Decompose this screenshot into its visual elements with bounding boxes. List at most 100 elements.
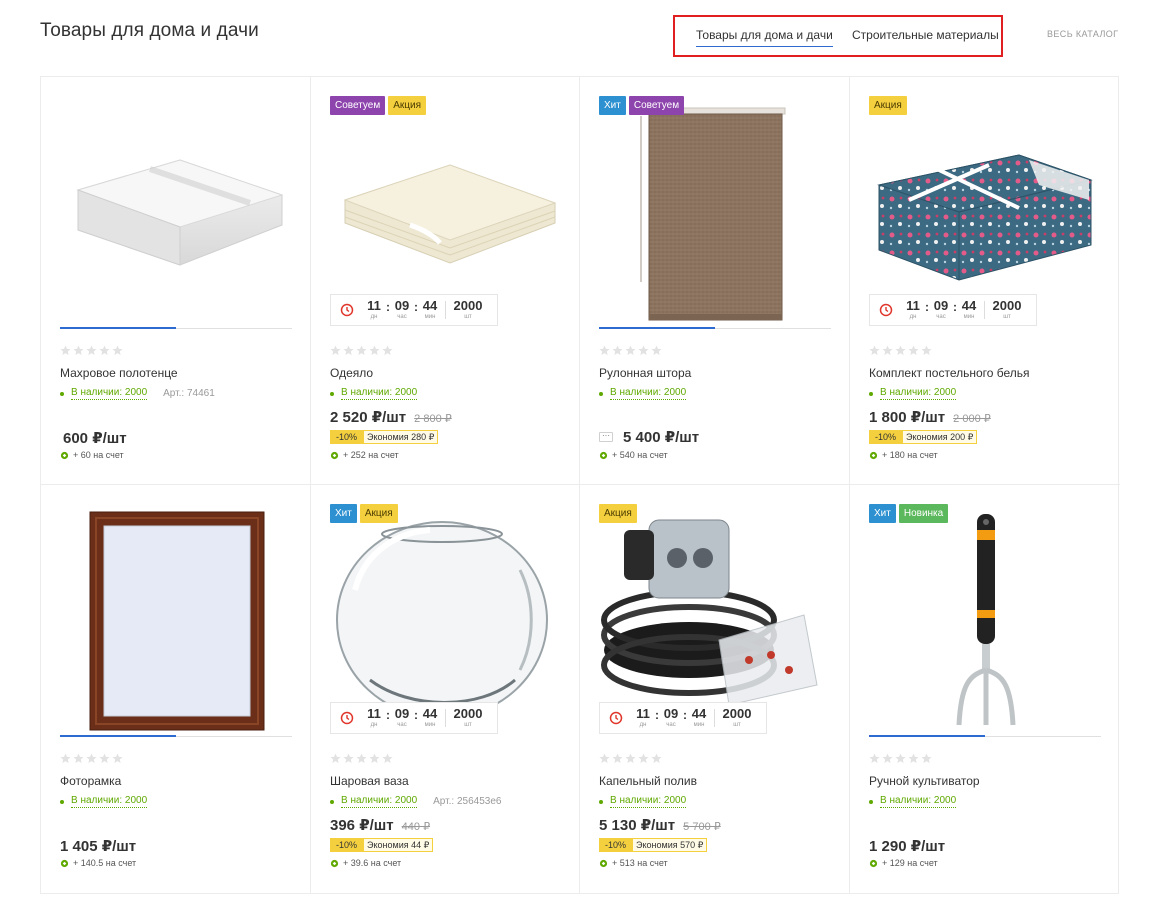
product-card[interactable]: Акция 11 дн : 09 час : 44 мин 2000 шт Ка… [580,485,850,893]
product-card[interactable]: Хит Новинка Ручной культиватор В наличии:… [850,485,1120,893]
star-icon[interactable] [343,345,354,356]
star-icon[interactable] [908,345,919,356]
photo-frame-image[interactable] [60,510,292,735]
star-icon[interactable] [330,345,341,356]
rating-stars[interactable] [869,345,932,356]
product-name[interactable]: Капельный полив [599,774,697,788]
product-card[interactable]: Советуем Акция 11 дн : 09 час : 44 мин 2000 ш… [311,77,580,485]
bonus-points: + 129 на счет [869,858,938,868]
bonus-points: + 180 на счет [869,450,938,460]
old-price: 440 ₽ [401,821,431,833]
star-icon[interactable] [369,753,380,764]
star-icon[interactable] [356,753,367,764]
star-icon[interactable] [921,345,932,356]
product-name[interactable]: Шаровая ваза [330,774,409,788]
star-icon[interactable] [651,753,662,764]
product-name[interactable]: Рулонная штора [599,366,691,380]
timer-mins: 44 мин [422,706,438,729]
star-icon[interactable] [73,345,84,356]
product-name[interactable]: Комплект постельного белья [869,366,1030,380]
rating-stars[interactable] [599,753,662,764]
article-number: Арт.: 74461 [163,388,215,399]
timer-mins: 44 мин [961,298,977,321]
full-catalog-link[interactable]: Весь каталог [1047,29,1118,39]
star-icon[interactable] [625,753,636,764]
star-icon[interactable] [99,753,110,764]
product-name[interactable]: Махровое полотенце [60,366,178,380]
rating-stars[interactable] [330,345,393,356]
star-icon[interactable] [382,345,393,356]
star-icon[interactable] [99,345,110,356]
rating-stars[interactable] [60,345,123,356]
rating-stars[interactable] [599,345,662,356]
star-icon[interactable] [330,753,341,764]
clock-icon [870,295,902,325]
timer-hours: 09 час [663,706,679,729]
tab-home-and-garden[interactable]: Товары для дома и дачи [696,28,833,47]
star-icon[interactable] [638,753,649,764]
image-slider-indicator[interactable] [869,735,1101,737]
timer-hours: 09 час [394,298,410,321]
star-icon[interactable] [112,753,123,764]
bonus-icon [599,451,608,459]
rating-stars[interactable] [60,753,123,764]
discount-percent: -10% [330,838,364,852]
product-name[interactable]: Фоторамка [60,774,121,788]
star-icon[interactable] [60,753,71,764]
price-options-button[interactable]: ··· [599,432,613,442]
timer-days: 11 дн [367,706,381,729]
star-icon[interactable] [869,345,880,356]
product-grid: Махровое полотенце В наличии: 2000 Арт.: … [40,76,1120,894]
star-icon[interactable] [86,345,97,356]
star-icon[interactable] [599,753,610,764]
rating-stars[interactable] [869,753,932,764]
product-card[interactable]: Фоторамка В наличии: 2000 1 405 ₽/шт + 1… [41,485,311,893]
article-number: Арт.: 256453е6 [433,796,502,807]
star-icon[interactable] [599,345,610,356]
star-icon[interactable] [343,753,354,764]
star-icon[interactable] [625,345,636,356]
star-icon[interactable] [908,753,919,764]
star-icon[interactable] [895,345,906,356]
discount-percent: -10% [599,838,633,852]
star-icon[interactable] [895,753,906,764]
towel-image[interactable] [60,102,292,327]
product-card[interactable]: Махровое полотенце В наличии: 2000 Арт.: … [41,77,311,485]
timer-days: 11 дн [636,706,650,729]
image-slider-indicator[interactable] [599,327,831,329]
star-icon[interactable] [882,753,893,764]
star-icon[interactable] [921,753,932,764]
price: 396 ₽/шт [330,817,394,834]
countdown-timer: 11 дн : 09 час : 44 мин 2000 шт [869,294,1037,326]
star-icon[interactable] [86,753,97,764]
image-slider-indicator[interactable] [60,327,292,329]
star-icon[interactable] [73,753,84,764]
star-icon[interactable] [882,345,893,356]
star-icon[interactable] [112,345,123,356]
star-icon[interactable] [638,345,649,356]
star-icon[interactable] [869,753,880,764]
star-icon[interactable] [369,345,380,356]
product-name[interactable]: Ручной культиватор [869,774,980,788]
star-icon[interactable] [612,753,623,764]
category-tabs: Товары для дома и дачи Строительные мате… [673,15,1003,57]
product-card[interactable]: Хит Акция 11 дн : 09 час : 44 мин 2000 шт Шар… [311,485,580,893]
bonus-icon [330,451,339,459]
star-icon[interactable] [356,345,367,356]
star-icon[interactable] [382,753,393,764]
star-icon[interactable] [612,345,623,356]
rating-stars[interactable] [330,753,393,764]
star-icon[interactable] [60,345,71,356]
product-name[interactable]: Одеяло [330,366,373,380]
tab-building-materials[interactable]: Строительные материалы [852,28,999,42]
page-title: Товары для дома и дачи [40,20,259,41]
roller-blind-image[interactable] [599,102,831,327]
hand-cultivator-image[interactable] [869,510,1101,735]
badge-sale: Акция [388,96,427,115]
badge-sale: Акция [869,96,907,115]
star-icon[interactable] [651,345,662,356]
product-card[interactable]: Хит Советуем Рулонная штора В наличии: 20… [580,77,850,485]
badge-new: Новинка [898,504,949,523]
product-card[interactable]: Акция 11 дн : 09 час : 44 мин 2000 шт Компле… [850,77,1120,485]
image-slider-indicator[interactable] [60,735,292,737]
